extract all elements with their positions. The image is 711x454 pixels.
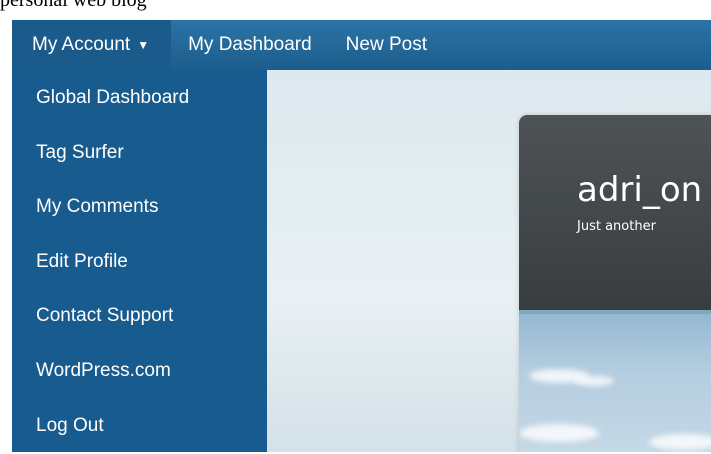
blog-preview: adri_on Just another	[519, 115, 711, 452]
header-image-sky	[519, 314, 711, 452]
menu-item-my-comments[interactable]: My Comments	[12, 179, 267, 234]
admin-bar: My Account ▼ My Dashboard New Post	[12, 20, 711, 70]
blog-title[interactable]: adri_on	[577, 170, 702, 210]
blog-header	[519, 115, 711, 314]
new-post-link[interactable]: New Post	[329, 20, 444, 70]
menu-item-contact-support[interactable]: Contact Support	[12, 288, 267, 343]
menu-item-global-dashboard[interactable]: Global Dashboard	[12, 70, 267, 125]
account-dropdown-menu: Global Dashboard Tag Surfer My Comments …	[12, 70, 267, 452]
blog-tagline: Just another	[577, 219, 656, 234]
menu-item-log-out[interactable]: Log Out	[12, 398, 267, 453]
my-account-label: My Account	[32, 34, 131, 55]
my-dashboard-link[interactable]: My Dashboard	[171, 20, 329, 70]
menu-item-edit-profile[interactable]: Edit Profile	[12, 234, 267, 289]
caret-down-icon: ▼	[137, 38, 150, 52]
menu-item-tag-surfer[interactable]: Tag Surfer	[12, 125, 267, 180]
menu-item-wordpress-com[interactable]: WordPress.com	[12, 343, 267, 398]
page-background: adri_on Just another	[267, 70, 711, 452]
my-account-menu[interactable]: My Account ▼	[12, 20, 172, 70]
page-title-fragment: personal web blog	[0, 0, 147, 11]
